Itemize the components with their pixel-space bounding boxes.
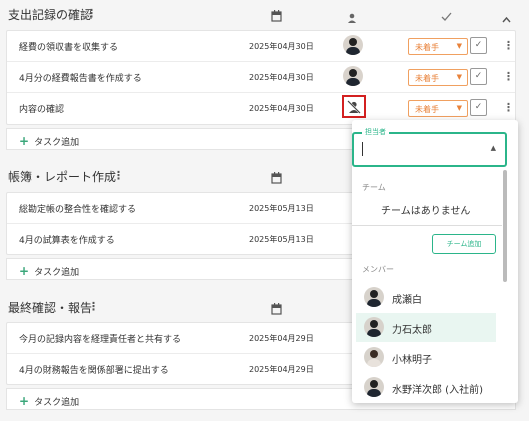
section-header-1: 支出記録の確認 ⋮: [0, 2, 529, 28]
chevron-down-icon: ▼: [456, 42, 462, 50]
assignee-button[interactable]: [342, 95, 366, 118]
chevron-up-icon[interactable]: [502, 8, 511, 27]
avatar: [364, 317, 384, 337]
section-title: 支出記録の確認: [8, 8, 93, 22]
avatar: [364, 377, 384, 397]
team-section-label: チーム: [362, 183, 386, 192]
member-section-label: メンバー: [362, 265, 394, 274]
member-option[interactable]: 成瀬白: [356, 283, 496, 312]
member-option[interactable]: 小林明子: [356, 343, 496, 372]
section-title: 最終確認・報告: [8, 301, 93, 315]
chevron-up-icon[interactable]: ▲: [491, 144, 496, 152]
avatar[interactable]: [343, 66, 363, 86]
section-menu-icon[interactable]: ⋮: [86, 8, 97, 19]
member-name: 水野洋次郎 (入社前): [392, 385, 483, 396]
member-option[interactable]: 力石太郎: [356, 313, 496, 342]
add-task-label: タスク追加: [34, 398, 80, 408]
calendar-icon: [271, 7, 282, 26]
task-title[interactable]: 今月の記録内容を経理責任者と共有する: [19, 332, 181, 345]
assignee-field-label: 担当者: [362, 127, 389, 137]
member-option[interactable]: 水野洋次郎 (入社前): [356, 373, 496, 402]
complete-checkbox[interactable]: ✓: [470, 99, 487, 116]
task-list: 経費の領収書を収集する 2025年04月30日 未着手 ▼ ✓ ⋮ 4月分の経費報…: [6, 30, 516, 125]
calendar-icon: [271, 300, 282, 319]
task-date[interactable]: 2025年04月30日: [249, 103, 314, 114]
avatar[interactable]: [343, 35, 363, 55]
status-dropdown[interactable]: 未着手 ▼: [408, 38, 468, 55]
task-date[interactable]: 2025年04月30日: [249, 41, 314, 52]
plus-icon: +: [19, 134, 30, 148]
plus-icon: +: [19, 394, 30, 408]
section-menu-icon[interactable]: ⋮: [113, 170, 124, 181]
avatar: [364, 347, 384, 367]
task-date[interactable]: 2025年04月29日: [249, 333, 314, 344]
team-empty-message: チームはありません: [381, 206, 471, 217]
status-label: 未着手: [415, 43, 439, 52]
task-date[interactable]: 2025年04月30日: [249, 72, 314, 83]
plus-icon: +: [19, 264, 30, 278]
add-team-button[interactable]: チーム追加: [432, 234, 496, 254]
task-title[interactable]: 4月の試算表を作成する: [19, 233, 115, 246]
task-board: 支出記録の確認 ⋮ 経費の領収書を収集する 2025年04月30日 未着手 ▼ ✓…: [0, 0, 529, 421]
calendar-icon: [271, 169, 282, 188]
check-icon: [441, 7, 452, 26]
section-menu-icon[interactable]: ⋮: [88, 301, 99, 312]
status-label: 未着手: [415, 105, 439, 114]
complete-checkbox[interactable]: ✓: [470, 37, 487, 54]
task-date[interactable]: 2025年04月29日: [249, 364, 314, 375]
task-title[interactable]: 内容の確認: [19, 102, 64, 115]
section-title: 帳簿・レポート作成: [8, 170, 117, 184]
task-date[interactable]: 2025年05月13日: [249, 203, 314, 214]
task-row[interactable]: 経費の領収書を収集する 2025年04月30日 未着手 ▼ ✓ ⋮: [7, 31, 515, 62]
status-label: 未着手: [415, 74, 439, 83]
chevron-down-icon: ▼: [456, 73, 462, 81]
add-task-label: タスク追加: [34, 138, 80, 148]
no-person-icon: [347, 100, 361, 114]
assignee-search-input[interactable]: 担当者 ▲: [352, 127, 507, 167]
chevron-down-icon: ▼: [456, 104, 462, 112]
status-dropdown[interactable]: 未着手 ▼: [408, 69, 468, 86]
task-title[interactable]: 経費の領収書を収集する: [19, 40, 118, 53]
assignee-dropdown: 担当者 ▲ チーム チームはありません チーム追加 メンバー 成瀬白 力石太郎 …: [352, 120, 518, 403]
row-menu-icon[interactable]: ⋮: [503, 71, 514, 82]
task-title[interactable]: 4月の財務報告を関係部署に提出する: [19, 363, 169, 376]
text-cursor: [362, 142, 363, 156]
row-menu-icon[interactable]: ⋮: [503, 40, 514, 51]
member-name: 成瀬白: [392, 295, 422, 306]
complete-checkbox[interactable]: ✓: [470, 68, 487, 85]
task-row[interactable]: 4月分の経費報告書を作成する 2025年04月30日 未着手 ▼ ✓ ⋮: [7, 62, 515, 93]
member-name: 小林明子: [392, 355, 432, 366]
task-date[interactable]: 2025年05月13日: [249, 234, 314, 245]
status-dropdown[interactable]: 未着手 ▼: [408, 100, 468, 117]
task-title[interactable]: 総勘定帳の整合性を確認する: [19, 202, 136, 215]
person-icon: [347, 8, 357, 27]
avatar: [364, 287, 384, 307]
scrollbar[interactable]: [503, 170, 507, 282]
task-title[interactable]: 4月分の経費報告書を作成する: [19, 71, 142, 84]
member-name: 力石太郎: [392, 325, 432, 336]
divider: [352, 225, 502, 226]
row-menu-icon[interactable]: ⋮: [503, 102, 514, 113]
add-task-label: タスク追加: [34, 268, 80, 278]
